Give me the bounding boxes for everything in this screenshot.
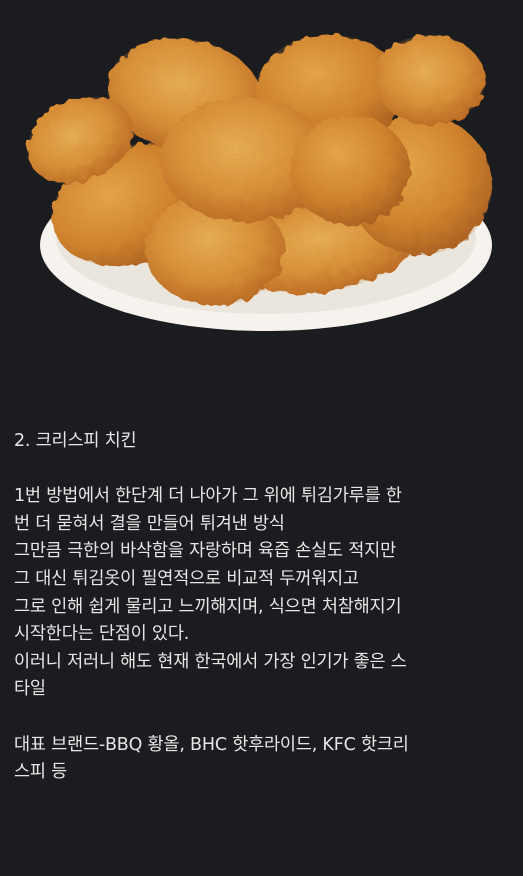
text-line: 번 더 묻혀서 결을 만들어 튀겨낸 방식 xyxy=(14,513,285,534)
brands-line: 스피 등 xyxy=(14,762,68,783)
text-line: 그 대신 튀김옷이 필연적으로 비교적 두꺼워지고 xyxy=(14,568,359,589)
brands-line: 대표 브랜드-BBQ 황올, BHC 핫후라이드, KFC 핫크리 xyxy=(14,734,409,755)
text-line: 타일 xyxy=(14,679,46,700)
text-line: 1번 방법에서 한단계 더 나아가 그 위에 튀김가루를 한 xyxy=(14,486,402,507)
text-line: 시작한다는 단점이 있다. xyxy=(14,624,190,645)
text-line: 이러니 저러니 해도 현재 한국에서 가장 인기가 좋은 스 xyxy=(14,651,407,672)
section-heading: 2. 크리스피 치킨 xyxy=(14,431,137,451)
post-body: 2. 크리스피 치킨 1번 방법에서 한단계 더 나아가 그 위에 튀김가루를 … xyxy=(14,428,514,787)
text-line: 그만큼 극한의 바삭함을 자랑하며 육즙 손실도 적지만 xyxy=(14,541,396,562)
fried-chicken-image xyxy=(0,0,523,340)
text-line: 그로 인해 쉽게 물리고 느끼해지며, 식으면 처참해지기 xyxy=(14,596,402,617)
